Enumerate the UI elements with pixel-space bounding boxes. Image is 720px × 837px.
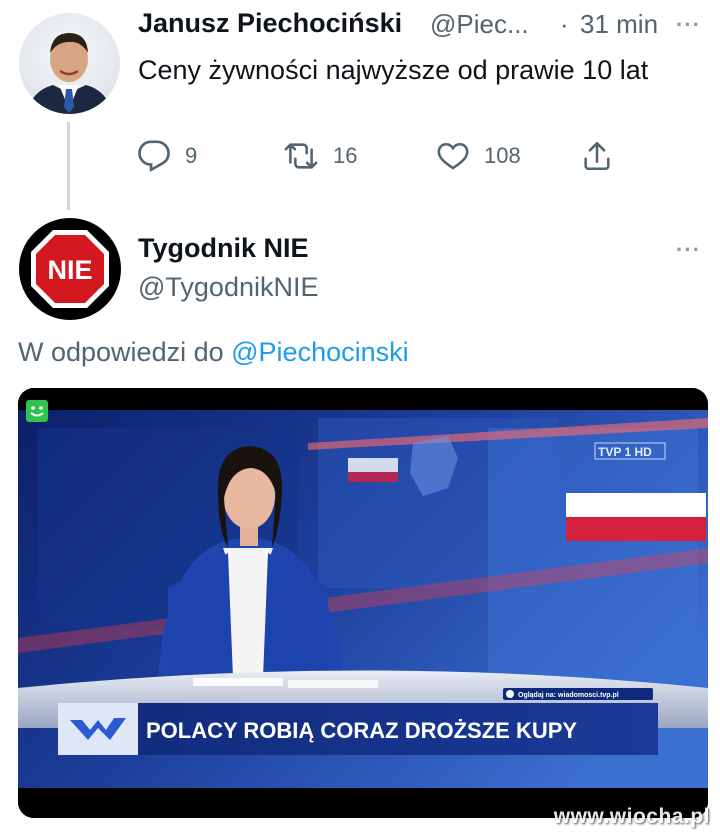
like-icon [437,142,469,170]
reply-button[interactable]: 9 [137,139,197,173]
tv-news-screenshot: TVP 1 HD Oglądaj na: wiadomosci.tvp.pl P… [18,388,708,818]
globe-icon [506,690,514,698]
tweet-timestamp[interactable]: 31 min [580,9,658,40]
separator-dot: · [560,9,569,39]
avatar-tygodnik-nie[interactable]: NIE [19,218,121,320]
retweet-icon [284,143,318,169]
watch-note: Oglądaj na: wiadomosci.tvp.pl [518,692,619,699]
reply-icon [138,140,170,173]
like-count: 108 [484,143,521,168]
author-handle[interactable]: @TygodnikNIE [138,272,318,303]
tweet-image[interactable]: TVP 1 HD Oglądaj na: wiadomosci.tvp.pl P… [18,388,708,818]
more-icon[interactable]: ··· [676,237,701,263]
stop-sign-logo: NIE [31,230,109,308]
share-button[interactable] [580,139,614,173]
channel-logo: TVP 1 HD [598,445,652,459]
site-watermark: www.wiocha.pl [553,805,710,828]
author-name[interactable]: Tygodnik NIE [138,233,309,264]
avatar-piechocinski[interactable] [19,13,120,114]
reply-context: W odpowiedzi do @Piechocinski [18,337,409,368]
retweet-button[interactable]: 16 [283,139,357,173]
retweet-count: 16 [333,143,358,168]
thread-connector [67,122,70,210]
reply-count: 9 [185,143,198,168]
reply-mention-link[interactable]: @Piechocinski [231,337,408,367]
news-headline: POLACY ROBIĄ CORAZ DROŻSZE KUPY [146,718,577,743]
share-icon [584,141,610,171]
nie-logo-text: NIE [47,255,92,285]
like-button[interactable]: 108 [436,139,521,173]
tweet-text: Ceny żywności najwyższe od prawie 10 lat [138,55,649,85]
person-portrait-icon [27,33,112,114]
author-handle[interactable]: @Piec... [430,9,529,40]
author-name[interactable]: Janusz Piechociński [138,8,402,39]
reply-prefix: W odpowiedzi do [18,337,224,367]
more-icon[interactable]: ··· [676,12,701,38]
